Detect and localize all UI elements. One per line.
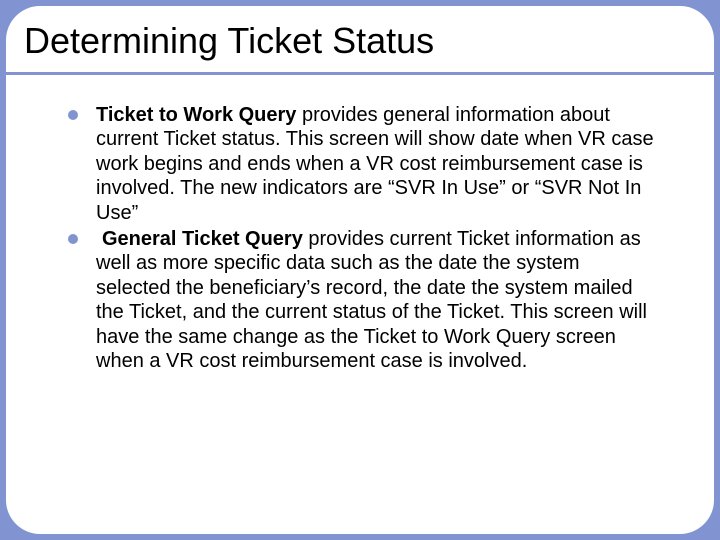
slide-content: Ticket to Work Query provides general in… xyxy=(6,75,714,373)
slide-card: Determining Ticket Status Ticket to Work… xyxy=(6,6,714,534)
bullet-list: Ticket to Work Query provides general in… xyxy=(66,103,654,373)
bullet-bold-lead: Ticket to Work Query xyxy=(96,104,296,126)
list-item: General Ticket Query provides current Ti… xyxy=(66,227,654,373)
bullet-bold-lead: General Ticket Query xyxy=(102,228,303,250)
list-item: Ticket to Work Query provides general in… xyxy=(66,103,654,225)
slide-title: Determining Ticket Status xyxy=(24,20,714,62)
title-wrap: Determining Ticket Status xyxy=(6,6,714,62)
